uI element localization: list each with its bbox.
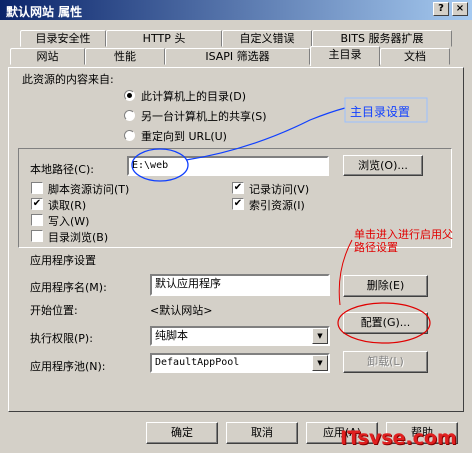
- app-pool-select[interactable]: DefaultAppPool: [150, 353, 330, 373]
- checkbox-write-label: 写入(W): [48, 215, 90, 228]
- content-source-label: 此资源的内容来自:: [22, 73, 114, 86]
- tab-directory-security[interactable]: 目录安全性: [20, 30, 106, 47]
- ok-button[interactable]: 确定: [146, 422, 218, 444]
- tab-custom-errors[interactable]: 自定义错误: [222, 30, 312, 47]
- app-pool-label: 应用程序池(N):: [30, 360, 106, 373]
- watermark-logo: ITsvse.com: [340, 427, 457, 449]
- close-title-button[interactable]: ×: [452, 2, 468, 16]
- chevron-down-icon[interactable]: ▼: [312, 355, 328, 371]
- config-button[interactable]: 配置(G)...: [343, 312, 428, 334]
- checkbox-read[interactable]: ✔: [31, 198, 43, 210]
- radio-redirect-url-label: 重定向到 URL(U): [141, 130, 227, 143]
- checkbox-index-resource-label: 索引资源(I): [249, 199, 305, 212]
- checkbox-script-access-label: 脚本资源访问(T): [48, 183, 130, 196]
- window-title: 默认网站 属性: [6, 5, 83, 19]
- annotation-red-text: 单击进入进行启用父路径设置: [354, 228, 453, 254]
- checkmark-icon: ✔: [32, 198, 42, 209]
- tab-performance[interactable]: 性能: [85, 48, 165, 65]
- radio-local-directory[interactable]: [124, 90, 135, 101]
- app-name-label: 应用程序名(M):: [30, 281, 107, 294]
- checkbox-log-visits-label: 记录访问(V): [249, 183, 310, 196]
- checkbox-log-visits[interactable]: ✔: [232, 182, 244, 194]
- tab-isapi-filters[interactable]: ISAPI 筛选器: [165, 48, 310, 65]
- checkbox-directory-browsing-label: 目录浏览(B): [48, 231, 109, 244]
- tab-documents[interactable]: 文档: [380, 48, 450, 65]
- checkbox-index-resource[interactable]: ✔: [232, 198, 244, 210]
- tab-http-headers[interactable]: HTTP 头: [106, 30, 222, 47]
- radio-network-share-label: 另一台计算机上的共享(S): [141, 110, 267, 123]
- tab-website[interactable]: 网站: [10, 48, 85, 65]
- chevron-down-icon[interactable]: ▼: [312, 328, 328, 344]
- app-settings-label: 应用程序设置: [30, 254, 96, 267]
- help-title-button[interactable]: ?: [433, 2, 449, 16]
- tab-home-directory[interactable]: 主目录: [310, 46, 380, 66]
- local-path-label: 本地路径(C):: [30, 163, 94, 176]
- cancel-button[interactable]: 取消: [226, 422, 298, 444]
- checkbox-write[interactable]: [31, 214, 43, 226]
- app-name-input[interactable]: 默认应用程序: [150, 274, 330, 296]
- radio-local-directory-label: 此计算机上的目录(D): [141, 90, 247, 103]
- start-location-value: <默认网站>: [150, 304, 213, 317]
- unload-button[interactable]: 卸载(L): [343, 351, 428, 373]
- radio-network-share[interactable]: [124, 110, 135, 121]
- browse-button[interactable]: 浏览(O)...: [343, 155, 423, 176]
- local-path-input[interactable]: E:\web: [127, 156, 329, 176]
- checkbox-script-access[interactable]: [31, 182, 43, 194]
- exec-permission-select[interactable]: 纯脚本: [150, 326, 330, 346]
- delete-button[interactable]: 删除(E): [343, 275, 428, 297]
- checkbox-directory-browsing[interactable]: [31, 230, 43, 242]
- radio-redirect-url[interactable]: [124, 130, 135, 141]
- checkbox-read-label: 读取(R): [48, 199, 87, 212]
- exec-permission-label: 执行权限(P):: [30, 332, 93, 345]
- annotation-blue-text: 主目录设置: [350, 105, 411, 119]
- checkmark-icon: ✔: [233, 182, 243, 193]
- start-location-label: 开始位置:: [30, 304, 78, 317]
- tab-bits-extension[interactable]: BITS 服务器扩展: [312, 30, 452, 47]
- checkmark-icon: ✔: [233, 198, 243, 209]
